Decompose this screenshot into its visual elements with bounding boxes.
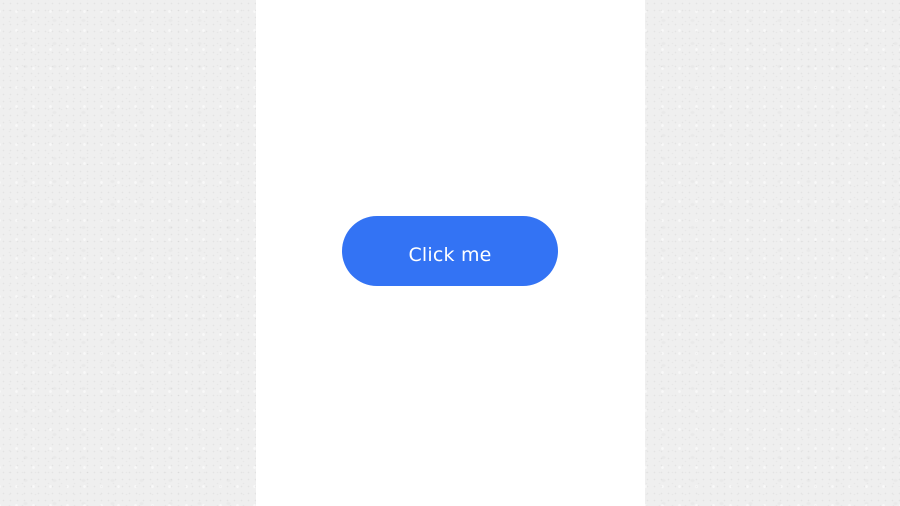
click-me-button[interactable]: Click me	[342, 216, 558, 286]
content-panel: Click me	[256, 0, 645, 506]
